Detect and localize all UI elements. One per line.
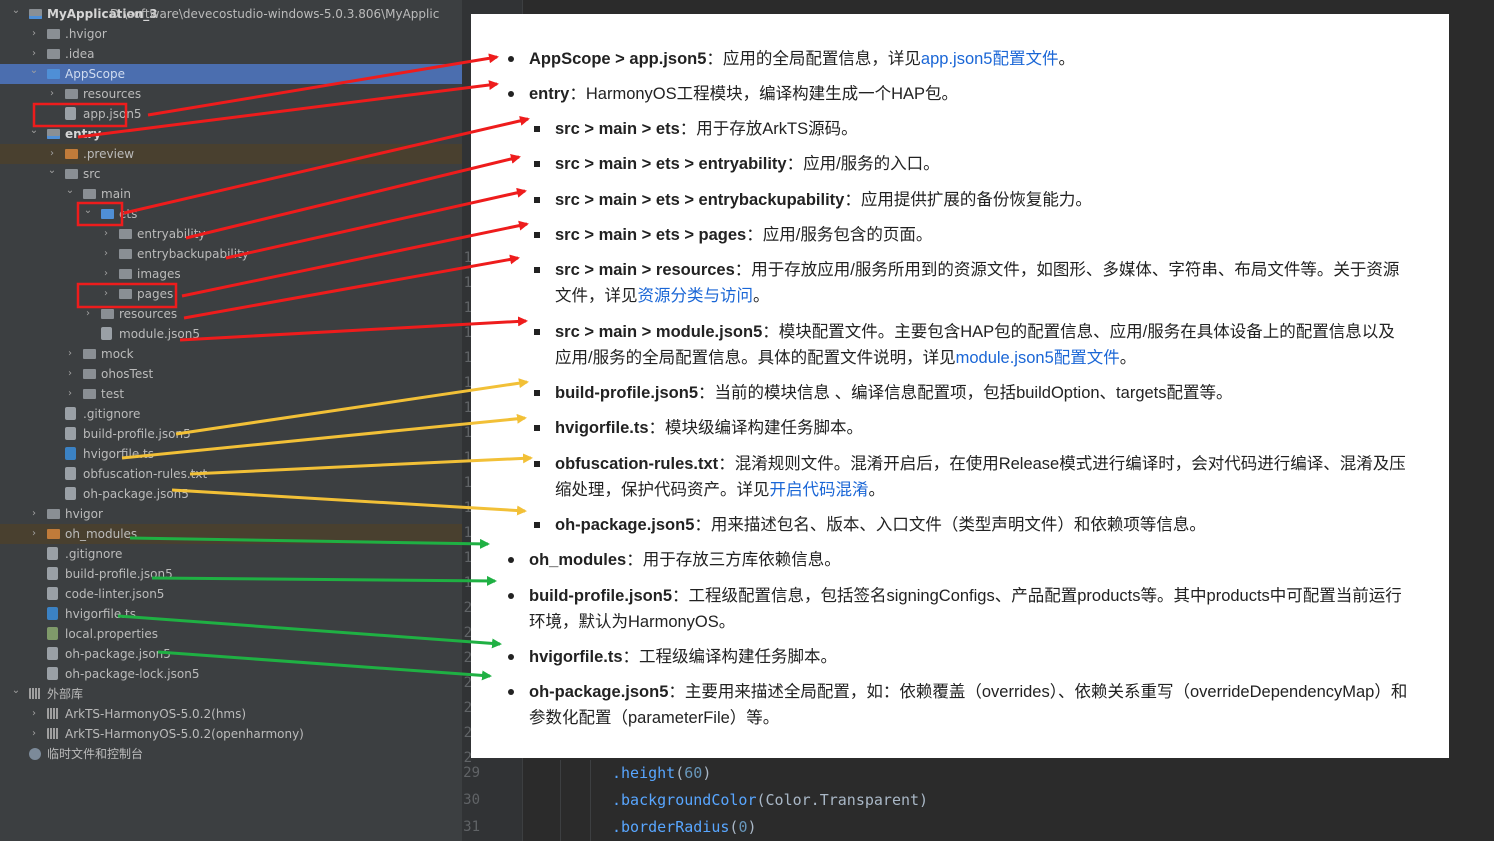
- yellow-arrow: [175, 378, 529, 436]
- yellow-arrow: [171, 488, 527, 516]
- highlight-box: [76, 201, 124, 227]
- yellow-arrow: [121, 413, 527, 460]
- highlight-box: [76, 282, 178, 309]
- green-arrow: [151, 575, 497, 586]
- green-arrow: [157, 650, 492, 681]
- yellow-arrow: [189, 453, 533, 476]
- red-arrow: [179, 316, 528, 342]
- green-arrow: [129, 536, 490, 549]
- annotation-overlay: [32, 53, 533, 681]
- red-arrow: [225, 187, 527, 260]
- red-arrow: [123, 115, 530, 215]
- highlight-box: [32, 102, 128, 128]
- red-arrow: [181, 220, 529, 298]
- green-arrow: [117, 614, 502, 649]
- red-arrow: [183, 254, 520, 320]
- red-arrow: [185, 154, 521, 240]
